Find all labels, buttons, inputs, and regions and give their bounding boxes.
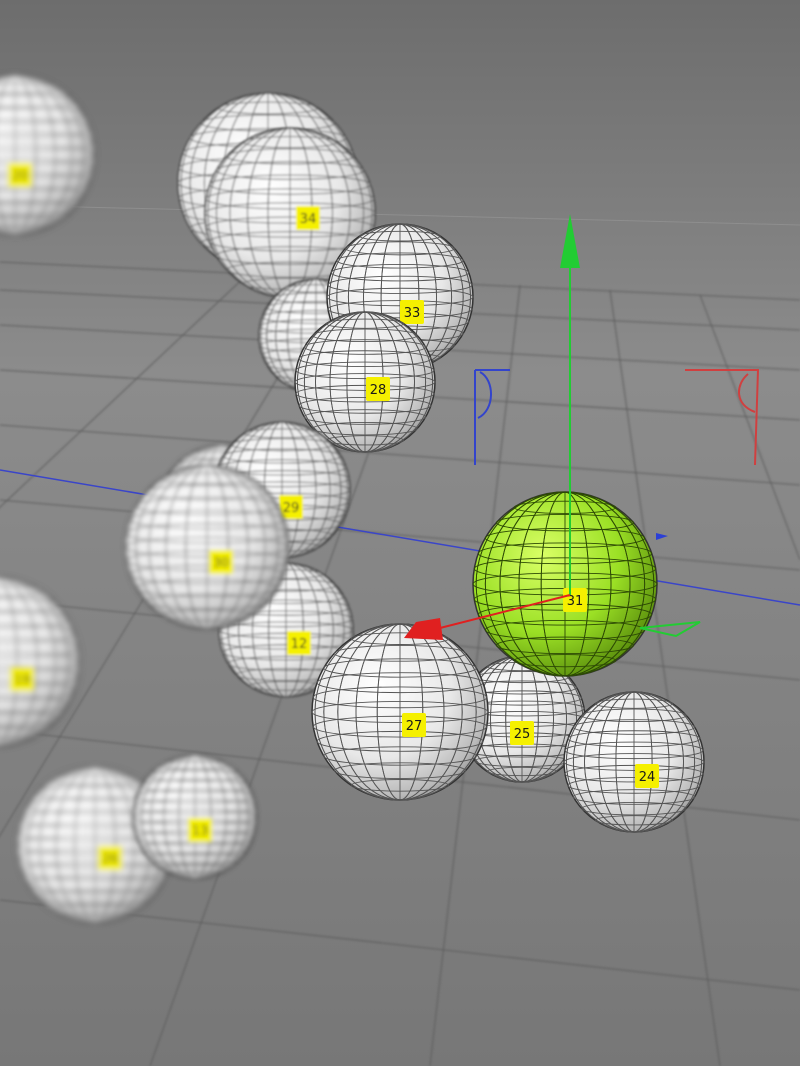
sphere-30[interactable]: 30	[124, 464, 290, 630]
object-label-text: 24	[639, 770, 656, 785]
object-label-33: 33	[400, 300, 424, 324]
object-label-text: 26	[102, 852, 119, 867]
object-label-text: 19	[14, 673, 31, 688]
object-label-24: 24	[635, 764, 659, 788]
sphere-24[interactable]: 24	[563, 691, 705, 833]
object-label-text: 12	[291, 637, 308, 652]
object-label-text: 25	[514, 727, 531, 742]
object-label-text: 28	[370, 383, 387, 398]
object-label-30: 30	[209, 550, 233, 574]
object-label-text: 13	[192, 824, 209, 839]
object-label-34: 34	[296, 206, 320, 230]
object-label-text: 31	[567, 594, 584, 609]
object-label-20: 20	[8, 163, 32, 187]
scene-canvas[interactable]: 2019261335343233281629123025243127	[0, 0, 800, 1066]
object-label-25: 25	[510, 721, 534, 745]
object-label-26: 26	[98, 846, 122, 870]
sphere-13[interactable]: 13	[132, 754, 258, 880]
object-label-text: 20	[12, 169, 29, 184]
object-label-text: 33	[404, 306, 421, 321]
3d-viewport[interactable]: 2019261335343233281629123025243127	[0, 0, 800, 1066]
object-label-19: 19	[10, 667, 34, 691]
wireframe	[132, 754, 258, 880]
object-label-12: 12	[287, 631, 311, 655]
sphere-31[interactable]: 31	[472, 491, 658, 677]
object-label-31: 31	[563, 588, 587, 612]
object-label-text: 27	[406, 719, 423, 734]
object-label-27: 27	[402, 713, 426, 737]
object-label-text: 29	[283, 501, 300, 516]
object-label-13: 13	[188, 818, 212, 842]
object-label-text: 34	[300, 212, 317, 227]
object-label-28: 28	[366, 377, 390, 401]
sphere-27[interactable]: 27	[311, 623, 489, 801]
object-label-text: 30	[213, 556, 230, 571]
